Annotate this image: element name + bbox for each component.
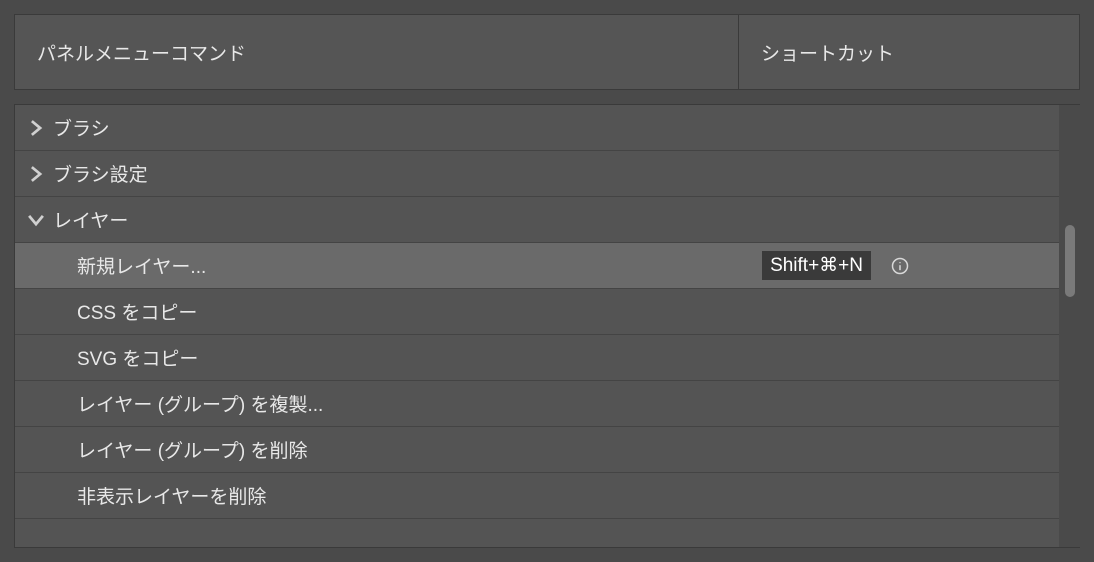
group-label: レイヤー: [53, 206, 1079, 233]
column-header-command-label: パネルメニューコマンド: [37, 39, 246, 66]
command-row-copy-svg[interactable]: SVG をコピー: [15, 335, 1079, 381]
column-header-shortcut: ショートカット: [739, 15, 1079, 89]
chevron-right-icon: [25, 117, 47, 139]
command-label: レイヤー (グループ) を削除: [77, 436, 1079, 463]
shortcut-field[interactable]: Shift+⌘+N: [762, 251, 871, 280]
command-label: 非表示レイヤーを削除: [77, 482, 1079, 509]
command-label: SVG をコピー: [77, 344, 1079, 371]
command-label: 新規レイヤー...: [77, 252, 762, 279]
command-row-delete-layer-group[interactable]: レイヤー (グループ) を削除: [15, 427, 1079, 473]
scrollbar-thumb[interactable]: [1065, 225, 1075, 297]
command-list: ブラシ ブラシ設定 レイヤー 新規レイヤー... Shift+⌘+N: [14, 104, 1080, 548]
group-row-brushes[interactable]: ブラシ: [15, 105, 1079, 151]
group-row-layers[interactable]: レイヤー: [15, 197, 1079, 243]
command-row-delete-hidden-layers[interactable]: 非表示レイヤーを削除: [15, 473, 1079, 519]
command-row-new-layer[interactable]: 新規レイヤー... Shift+⌘+N: [15, 243, 1079, 289]
command-label: CSS をコピー: [77, 298, 1079, 325]
column-header-command: パネルメニューコマンド: [15, 15, 739, 89]
panel-container: パネルメニューコマンド ショートカット ブラシ ブラシ設定: [0, 0, 1094, 562]
command-label: レイヤー (グループ) を複製...: [77, 390, 1079, 417]
command-row-duplicate-layer-group[interactable]: レイヤー (グループ) を複製...: [15, 381, 1079, 427]
chevron-down-icon: [25, 209, 47, 231]
table-header: パネルメニューコマンド ショートカット: [14, 14, 1080, 90]
command-list-content: ブラシ ブラシ設定 レイヤー 新規レイヤー... Shift+⌘+N: [15, 105, 1079, 547]
column-header-shortcut-label: ショートカット: [761, 39, 894, 66]
group-label: ブラシ設定: [53, 160, 1079, 187]
chevron-right-icon: [25, 163, 47, 185]
group-label: ブラシ: [53, 114, 1079, 141]
group-row-brush-settings[interactable]: ブラシ設定: [15, 151, 1079, 197]
scrollbar-track[interactable]: [1059, 105, 1081, 547]
info-icon[interactable]: [889, 255, 911, 277]
command-row-copy-css[interactable]: CSS をコピー: [15, 289, 1079, 335]
